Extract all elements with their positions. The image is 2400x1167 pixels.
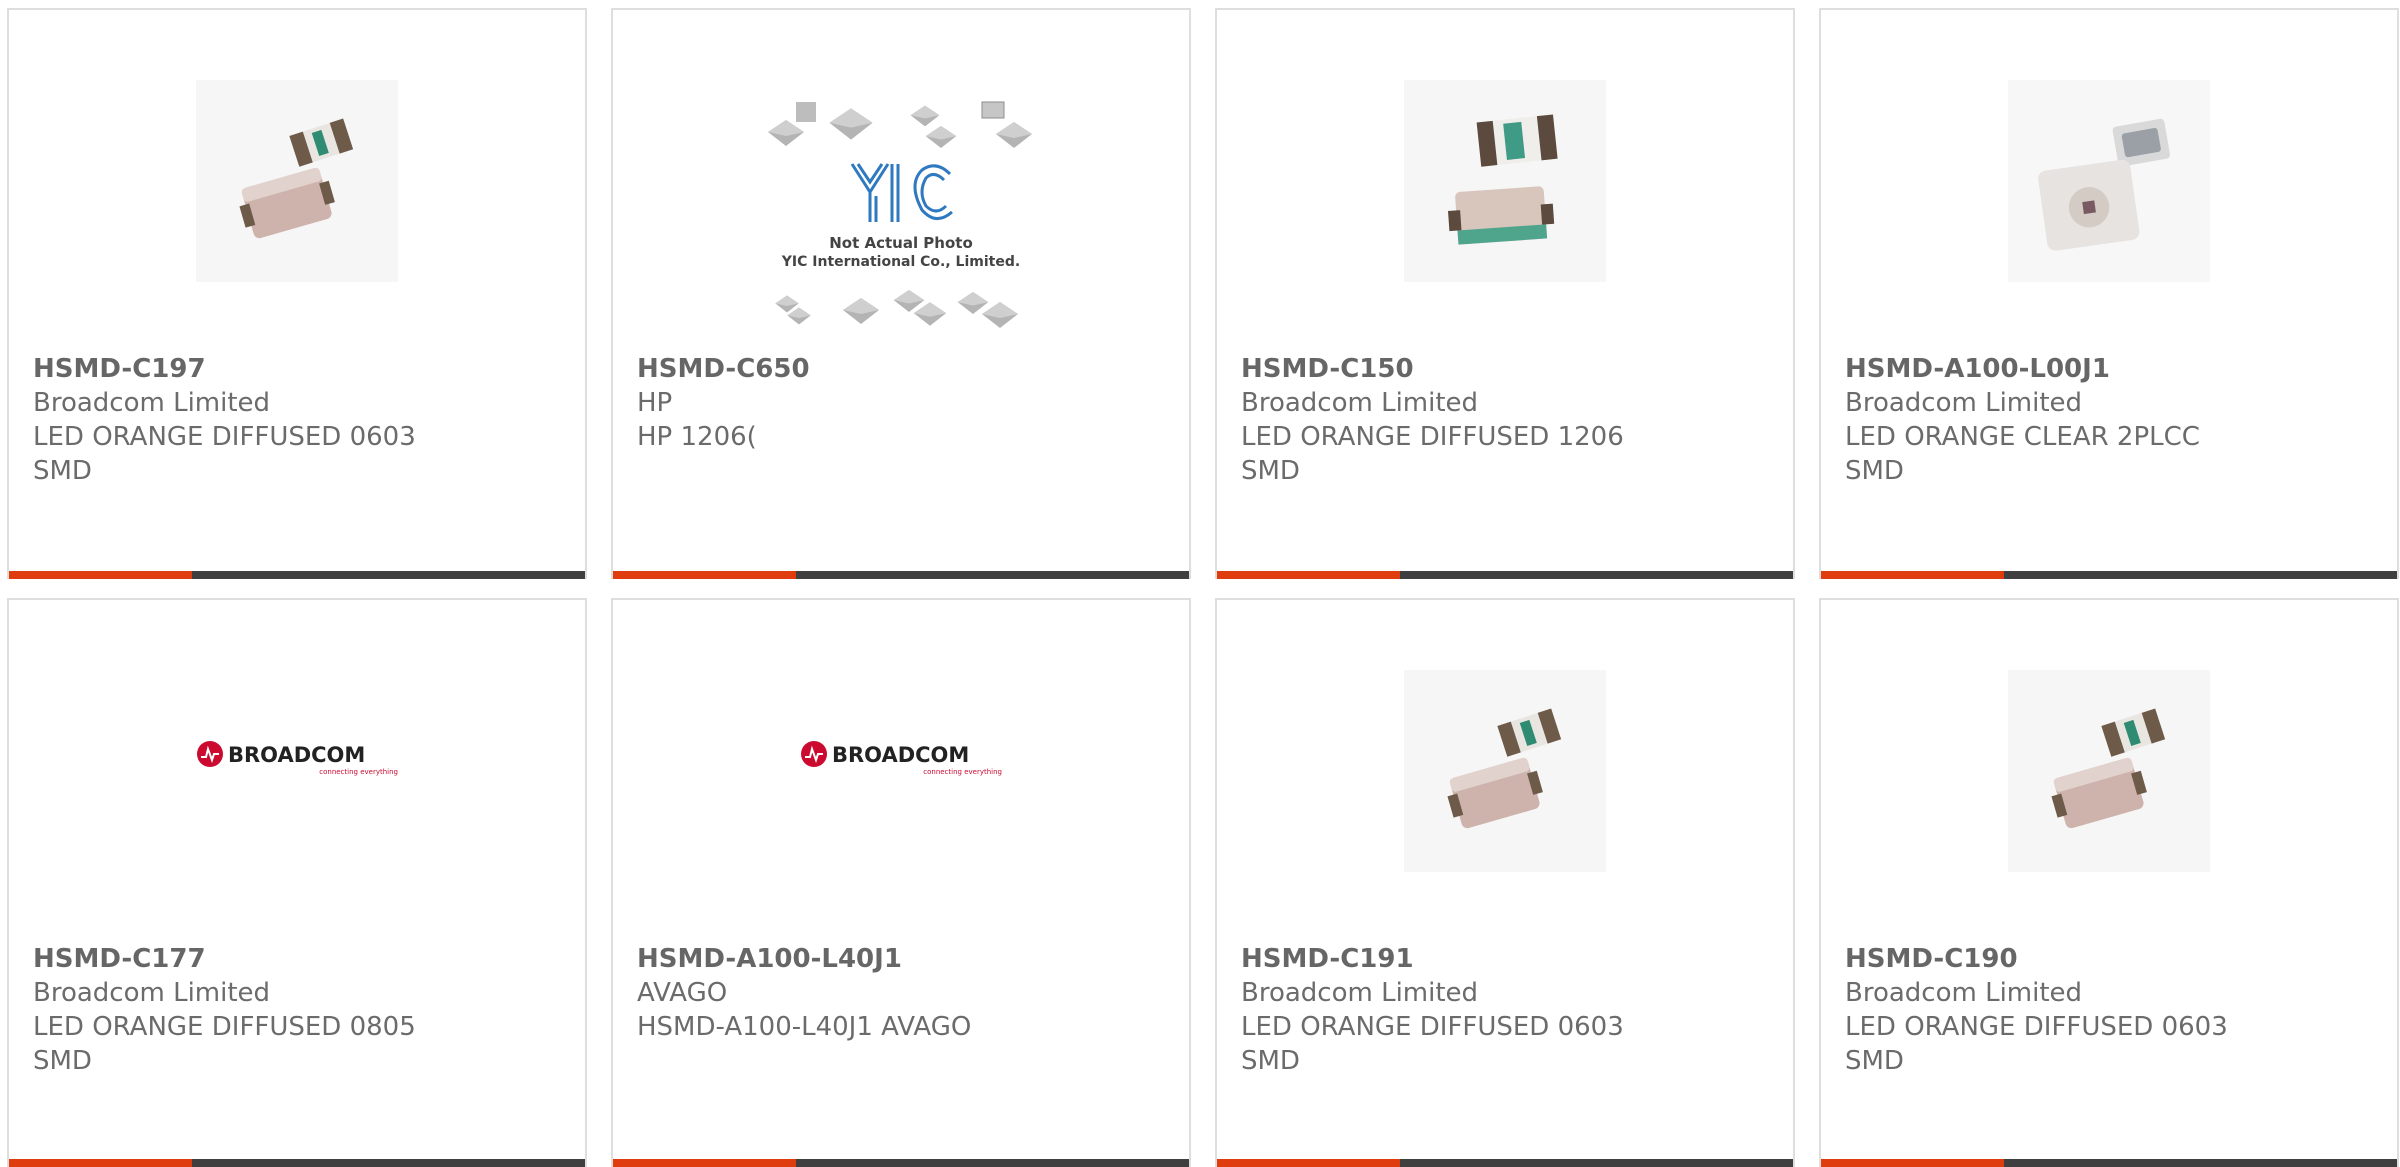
- part-number-link[interactable]: HSMD-A100-L00J1: [1845, 352, 2345, 386]
- part-number-link[interactable]: HSMD-C650: [637, 352, 1137, 386]
- card-accent-bar: [613, 1159, 796, 1167]
- manufacturer: HP: [637, 388, 673, 418]
- broadcom-wordmark: BROADCOM: [228, 743, 365, 767]
- card-accent-bar: [9, 1159, 192, 1167]
- product-card[interactable]: HSMD-C191 Broadcom Limited LED ORANGE DI…: [1215, 598, 1795, 1167]
- product-info: HSMD-C177 Broadcom Limited LED ORANGE DI…: [33, 942, 533, 1078]
- manufacturer: Broadcom Limited: [1845, 388, 2083, 418]
- part-number-link[interactable]: HSMD-C191: [1241, 942, 1741, 976]
- product-description: LED ORANGE DIFFUSED 1206 SMD: [1241, 422, 1624, 486]
- placeholder-product-image[interactable]: Not Actual Photo YIC International Co., …: [766, 100, 1036, 340]
- part-number-link[interactable]: HSMD-C177: [33, 942, 533, 976]
- broadcom-tagline: connecting everything: [319, 768, 398, 776]
- product-info: HSMD-A100-L00J1 Broadcom Limited LED ORA…: [1845, 352, 2345, 488]
- led-product-image[interactable]: [1404, 80, 1606, 282]
- card-footer-bar: [613, 571, 1189, 579]
- product-info: HSMD-C191 Broadcom Limited LED ORANGE DI…: [1241, 942, 1741, 1078]
- broadcom-logo-image[interactable]: BROADCOM connecting everything: [196, 740, 402, 780]
- led-product-image[interactable]: [2008, 80, 2210, 282]
- led-product-image[interactable]: [1404, 670, 1606, 872]
- card-accent-bar: [1217, 1159, 1400, 1167]
- broadcom-wordmark: BROADCOM: [832, 743, 969, 767]
- product-card[interactable]: Not Actual Photo YIC International Co., …: [611, 8, 1191, 579]
- manufacturer: AVAGO: [637, 978, 728, 1008]
- part-number-link[interactable]: HSMD-C150: [1241, 352, 1741, 386]
- manufacturer: Broadcom Limited: [33, 388, 271, 418]
- card-accent-bar: [613, 571, 796, 579]
- part-number-link[interactable]: HSMD-A100-L40J1: [637, 942, 1137, 976]
- card-footer-bar: [9, 571, 585, 579]
- led-product-image[interactable]: [2008, 670, 2210, 872]
- product-description: LED ORANGE CLEAR 2PLCC SMD: [1845, 422, 2200, 486]
- broadcom-logo-image[interactable]: BROADCOM connecting everything: [800, 740, 1006, 780]
- product-description: HSMD-A100-L40J1 AVAGO: [637, 1012, 972, 1042]
- product-card[interactable]: HSMD-A100-L00J1 Broadcom Limited LED ORA…: [1819, 8, 2399, 579]
- manufacturer: Broadcom Limited: [1845, 978, 2083, 1008]
- product-info: HSMD-C190 Broadcom Limited LED ORANGE DI…: [1845, 942, 2345, 1078]
- product-info: HSMD-C197 Broadcom Limited LED ORANGE DI…: [33, 352, 533, 488]
- card-accent-bar: [1217, 571, 1400, 579]
- product-card[interactable]: BROADCOM connecting everything HSMD-C177…: [7, 598, 587, 1167]
- broadcom-tagline: connecting everything: [923, 768, 1002, 776]
- card-accent-bar: [1821, 1159, 2004, 1167]
- product-description: LED ORANGE DIFFUSED 0603 SMD: [33, 422, 416, 486]
- manufacturer: Broadcom Limited: [1241, 388, 1479, 418]
- led-product-image[interactable]: [196, 80, 398, 282]
- part-number-link[interactable]: HSMD-C197: [33, 352, 533, 386]
- product-description: LED ORANGE DIFFUSED 0603 SMD: [1845, 1012, 2228, 1076]
- card-footer-bar: [9, 1159, 585, 1167]
- product-info: HSMD-A100-L40J1 AVAGO HSMD-A100-L40J1 AV…: [637, 942, 1137, 1044]
- part-number-link[interactable]: HSMD-C190: [1845, 942, 2345, 976]
- placeholder-company: YIC International Co., Limited.: [781, 254, 1020, 270]
- card-accent-bar: [1821, 571, 2004, 579]
- product-description: LED ORANGE DIFFUSED 0603 SMD: [1241, 1012, 1624, 1076]
- product-card[interactable]: HSMD-C197 Broadcom Limited LED ORANGE DI…: [7, 8, 587, 579]
- product-card[interactable]: HSMD-C190 Broadcom Limited LED ORANGE DI…: [1819, 598, 2399, 1167]
- product-info: HSMD-C150 Broadcom Limited LED ORANGE DI…: [1241, 352, 1741, 488]
- placeholder-caption: Not Actual Photo: [829, 234, 973, 252]
- product-card[interactable]: BROADCOM connecting everything HSMD-A100…: [611, 598, 1191, 1167]
- card-accent-bar: [9, 571, 192, 579]
- product-description: LED ORANGE DIFFUSED 0805 SMD: [33, 1012, 416, 1076]
- manufacturer: Broadcom Limited: [1241, 978, 1479, 1008]
- card-footer-bar: [1821, 1159, 2397, 1167]
- card-footer-bar: [1217, 571, 1793, 579]
- manufacturer: Broadcom Limited: [33, 978, 271, 1008]
- product-info: HSMD-C650 HP HP 1206(: [637, 352, 1137, 454]
- card-footer-bar: [1217, 1159, 1793, 1167]
- card-footer-bar: [1821, 571, 2397, 579]
- card-footer-bar: [613, 1159, 1189, 1167]
- product-card[interactable]: HSMD-C150 Broadcom Limited LED ORANGE DI…: [1215, 8, 1795, 579]
- product-description: HP 1206(: [637, 422, 757, 452]
